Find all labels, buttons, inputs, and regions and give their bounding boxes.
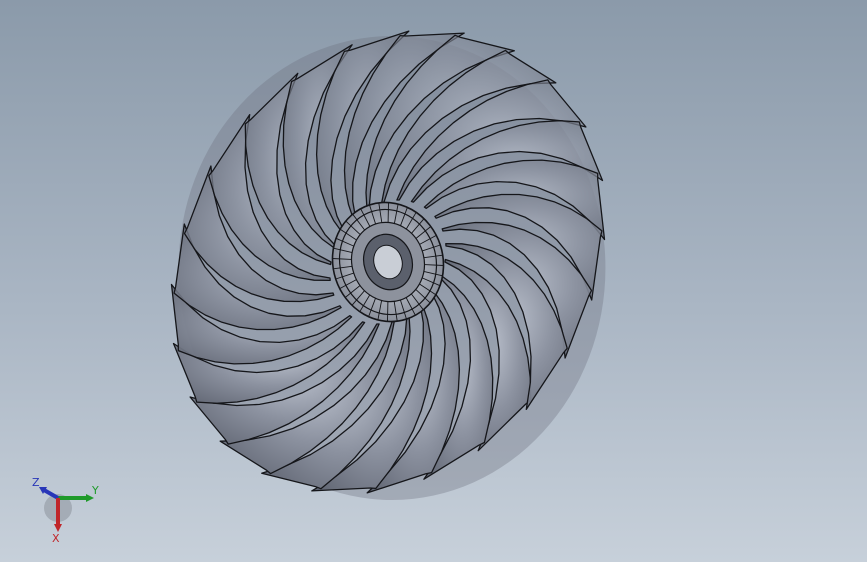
orientation-triad: Z Y X <box>28 470 108 550</box>
x-axis-head <box>54 524 62 532</box>
z-axis-label: Z <box>32 476 40 489</box>
y-axis-label: Y <box>91 484 99 497</box>
impeller-model[interactable] <box>0 0 867 562</box>
graphics-viewport[interactable]: Z Y X <box>0 0 867 562</box>
x-axis-label: X <box>52 532 60 545</box>
